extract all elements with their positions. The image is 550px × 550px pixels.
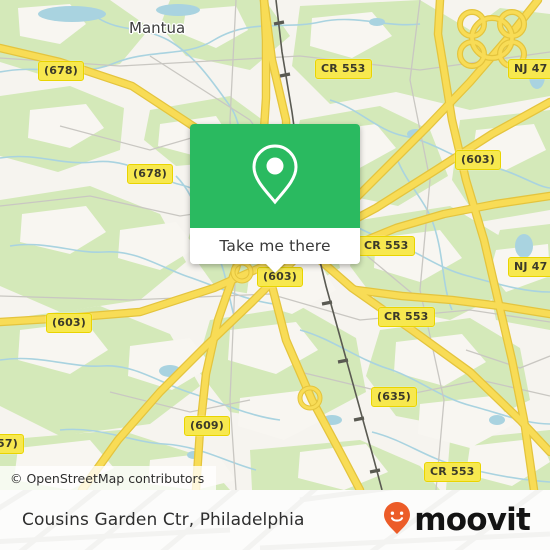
road-shield[interactable]: CR 553 — [358, 236, 415, 256]
osm-attribution[interactable]: © OpenStreetMap contributors — [0, 466, 217, 490]
road-shield[interactable]: (678) — [127, 164, 174, 184]
map-place-label: Mantua — [129, 19, 186, 37]
road-shield[interactable]: (609) — [184, 416, 231, 436]
road-shield[interactable]: NJ 47 — [508, 257, 550, 277]
popup-image-area — [190, 124, 360, 228]
road-shield[interactable]: (603) — [46, 313, 93, 333]
moovit-pin-icon — [383, 501, 411, 540]
road-shield[interactable]: CR 553 — [315, 59, 372, 79]
map-canvas[interactable]: Mantua (678) CR 553 NJ 47 (678) (603) CR… — [0, 0, 550, 490]
road-shield[interactable]: CR 553 — [424, 462, 481, 482]
road-shield[interactable]: NJ 47 — [508, 59, 550, 79]
moovit-map-screen: Mantua (678) CR 553 NJ 47 (678) (603) CR… — [0, 0, 550, 550]
map-pin-icon — [249, 142, 301, 211]
footer-bar: Cousins Garden Ctr, Philadelphia moovit — [0, 490, 550, 550]
moovit-wordmark: moovit — [414, 501, 531, 538]
road-shield[interactable]: (678) — [38, 61, 85, 81]
popup-pointer — [265, 263, 285, 273]
road-shield[interactable]: (635) — [371, 387, 418, 407]
take-me-there-button[interactable]: Take me there — [219, 237, 330, 255]
moovit-logo[interactable]: moovit — [383, 501, 531, 540]
popup-action-bar[interactable]: Take me there — [190, 228, 360, 273]
road-shield[interactable]: CR 553 — [378, 307, 435, 327]
take-me-there-popup[interactable]: Take me there — [190, 124, 360, 273]
location-title: Cousins Garden Ctr, Philadelphia — [22, 510, 305, 530]
road-shield[interactable]: (603) — [455, 150, 502, 170]
road-shield[interactable]: 57) — [0, 434, 24, 454]
osm-attribution-text: © OpenStreetMap contributors — [10, 470, 205, 486]
